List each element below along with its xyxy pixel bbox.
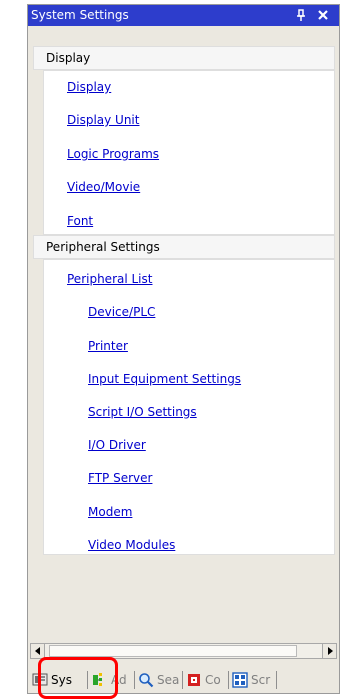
display-group-box: Display Display Unit Logic Programs Vide… — [43, 70, 335, 235]
link-modem[interactable]: Modem — [88, 505, 132, 519]
link-ftp-server[interactable]: FTP Server — [88, 471, 152, 485]
link-peripheral-list[interactable]: Peripheral List — [67, 272, 152, 286]
screen-list-icon — [232, 672, 248, 688]
arrow-left-icon — [35, 647, 40, 655]
link-input-equipment[interactable]: Input Equipment Settings — [88, 372, 241, 386]
tab-sys[interactable]: Sys — [32, 669, 72, 691]
scroll-right-button[interactable] — [322, 644, 336, 658]
scroll-left-button[interactable] — [31, 644, 45, 658]
link-video-modules[interactable]: Video Modules — [88, 538, 175, 552]
peripheral-group-box: Peripheral List Device/PLC Printer Input… — [43, 259, 335, 555]
tab-address[interactable]: Ad — [92, 669, 127, 691]
scroll-thumb[interactable] — [49, 645, 297, 657]
link-script-io-settings[interactable]: Script I/O Settings — [88, 405, 197, 419]
tab-screen-list[interactable]: Scr — [232, 669, 270, 691]
system-settings-icon — [32, 673, 48, 686]
tab-common[interactable]: Co — [186, 669, 221, 691]
display-group-header[interactable]: Display — [33, 46, 335, 70]
tab-search[interactable]: Sea — [138, 669, 179, 691]
peripheral-group-header[interactable]: Peripheral Settings — [33, 235, 335, 259]
pin-icon[interactable] — [293, 7, 309, 23]
link-font[interactable]: Font — [67, 214, 93, 228]
arrow-right-icon — [328, 647, 333, 655]
link-display-unit[interactable]: Display Unit — [67, 113, 139, 127]
address-icon — [93, 673, 102, 686]
link-video-movie[interactable]: Video/Movie — [67, 180, 140, 194]
tab-bar: Sys Ad Sea Co Scr — [28, 659, 339, 693]
window-title: System Settings — [31, 8, 129, 22]
search-icon — [139, 673, 154, 688]
link-display[interactable]: Display — [67, 80, 111, 94]
link-printer[interactable]: Printer — [88, 339, 128, 353]
common-icon — [188, 674, 200, 686]
horizontal-scrollbar[interactable] — [30, 643, 337, 659]
link-device-plc[interactable]: Device/PLC — [88, 305, 155, 319]
link-io-driver[interactable]: I/O Driver — [88, 438, 146, 452]
close-icon[interactable] — [315, 7, 331, 23]
link-logic-programs[interactable]: Logic Programs — [67, 147, 159, 161]
title-bar[interactable]: System Settings — [28, 5, 339, 26]
system-settings-panel: System Settings Display Display Display … — [27, 4, 340, 699]
